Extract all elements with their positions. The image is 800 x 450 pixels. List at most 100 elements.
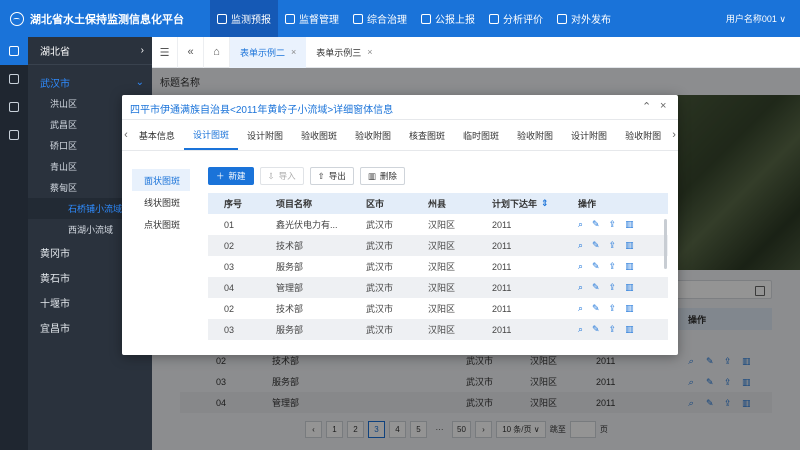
rail-item-calendar[interactable] [0, 121, 28, 149]
nav-item-report[interactable]: 公报上报 [414, 0, 482, 37]
home-icon[interactable]: ⌂ [204, 36, 230, 68]
close-icon[interactable]: × [367, 47, 372, 57]
close-icon[interactable]: × [291, 47, 296, 57]
edit-icon[interactable]: ✎ [592, 219, 600, 230]
upload-icon[interactable]: ⇪ [609, 324, 617, 335]
patch-type-nav: 面状图斑 线状图斑 点状图斑 [132, 169, 190, 235]
row-actions: ⌕ ✎ ⇪ ▥ [578, 319, 634, 340]
row-actions: ⌕ ✎ ⇪ ▥ [578, 256, 634, 277]
chevron-right-icon: › [140, 45, 144, 56]
table-row[interactable]: 02 技术部 武汉市 汉阳区 2011 ⌕ ✎ ⇪ ▥ [208, 235, 668, 256]
monitor-icon [217, 13, 227, 24]
tabs-divider [122, 150, 678, 151]
collapse-up-icon[interactable]: ⌃ [642, 100, 651, 113]
tab-accept-attach-3[interactable]: 验收附图 [616, 120, 670, 150]
table-row[interactable]: 01 鑫光伏电力有... 武汉市 汉阳区 2011 ⌕ ✎ ⇪ ▥ [208, 214, 668, 235]
edit-icon[interactable]: ✎ [592, 303, 600, 314]
top-bar: 湖北省水土保持监测信息化平台 监测预报 监督管理 综合治理 公报上报 分析评价 … [0, 0, 800, 37]
nav-item-govern[interactable]: 综合治理 [346, 0, 414, 37]
delete-icon[interactable]: ▥ [625, 303, 634, 314]
nav-polygon-patch[interactable]: 面状图斑 [132, 169, 190, 191]
tab-check-patch[interactable]: 核查图斑 [400, 120, 454, 150]
tabs-prev-icon[interactable]: ‹ [122, 129, 130, 141]
modal-tabs: ‹ 基本信息 设计图斑 设计附图 验收图斑 验收附图 核查图斑 临时图斑 验收附… [122, 120, 678, 150]
collapse-icon[interactable]: « [178, 36, 204, 68]
tab-basic-info[interactable]: 基本信息 [130, 120, 184, 150]
location-icon [9, 102, 19, 112]
modal-toolbar: ＋新建 ⇩ 导入 ⇧ 导出 ▥ 删除 [208, 167, 405, 185]
col-city: 区市 [366, 199, 385, 209]
logo-icon [10, 11, 24, 26]
page-tabs-bar: ☰ « ⌂ 表单示例二 × 表单示例三 × [152, 36, 800, 68]
nav-item-publish[interactable]: 对外发布 [550, 0, 618, 37]
edit-icon[interactable]: ✎ [592, 240, 600, 251]
delete-icon[interactable]: ▥ [625, 261, 634, 272]
govern-icon [353, 13, 363, 24]
edit-icon[interactable]: ✎ [592, 324, 600, 335]
edit-icon[interactable]: ✎ [592, 282, 600, 293]
close-icon[interactable]: × [660, 100, 666, 112]
report-icon [421, 13, 431, 24]
col-ops: 操作 [578, 199, 597, 209]
search-icon[interactable]: ⌕ [578, 324, 583, 335]
new-button[interactable]: ＋新建 [208, 167, 254, 185]
row-actions: ⌕ ✎ ⇪ ▥ [578, 277, 634, 298]
delete-icon[interactable]: ▥ [625, 282, 634, 293]
table-row[interactable]: 03 服务部 武汉市 汉阳区 2011 ⌕ ✎ ⇪ ▥ [208, 256, 668, 277]
tab-accept-patch[interactable]: 验收图斑 [292, 120, 346, 150]
col-year[interactable]: 计划下达年 ⇕ [492, 193, 549, 214]
col-county: 州县 [428, 199, 447, 209]
sidebar-city-wuhan[interactable]: 武汉市 ⌄ [28, 71, 152, 93]
search-icon[interactable]: ⌕ [578, 240, 583, 251]
search-icon[interactable]: ⌕ [578, 219, 583, 230]
tab-form-three[interactable]: 表单示例三 × [306, 37, 382, 68]
upload-icon[interactable]: ⇪ [609, 240, 617, 251]
sidebar-province[interactable]: 湖北省 › [28, 37, 152, 65]
upload-icon[interactable]: ⇪ [609, 261, 617, 272]
table-row[interactable]: 02 技术部 武汉市 汉阳区 2011 ⌕ ✎ ⇪ ▥ [208, 298, 668, 319]
nav-item-analysis[interactable]: 分析评价 [482, 0, 550, 37]
table-scrollbar[interactable] [664, 219, 667, 269]
menu-toggle-icon[interactable]: ☰ [152, 36, 178, 68]
upload-icon[interactable]: ⇪ [609, 282, 617, 293]
import-button[interactable]: ⇩ 导入 [259, 167, 304, 185]
tabs-next-icon[interactable]: › [670, 129, 678, 141]
tab-accept-attach-2[interactable]: 验收附图 [508, 120, 562, 150]
upload-icon[interactable]: ⇪ [609, 219, 617, 230]
delete-icon[interactable]: ▥ [625, 219, 634, 230]
nav-item-supervise[interactable]: 监督管理 [278, 0, 346, 37]
icon-rail [0, 37, 28, 450]
app-logo[interactable]: 湖北省水土保持监测信息化平台 [0, 0, 210, 37]
export-button[interactable]: ⇧ 导出 [309, 167, 354, 185]
search-icon[interactable]: ⌕ [578, 303, 583, 314]
row-actions: ⌕ ✎ ⇪ ▥ [578, 235, 634, 256]
tab-design-attach-2[interactable]: 设计附图 [562, 120, 616, 150]
delete-icon[interactable]: ▥ [625, 240, 634, 251]
nav-line-patch[interactable]: 线状图斑 [132, 191, 190, 213]
tab-form-two[interactable]: 表单示例二 × [230, 36, 307, 68]
rail-item-location[interactable] [0, 93, 28, 121]
upload-icon[interactable]: ⇪ [609, 303, 617, 314]
tab-design-attach[interactable]: 设计附图 [238, 120, 292, 150]
tab-design-patch[interactable]: 设计图斑 [183, 120, 238, 150]
sort-icon[interactable]: ⇕ [541, 193, 549, 214]
delete-icon[interactable]: ▥ [625, 324, 634, 335]
table-row[interactable]: 03 服务部 武汉市 汉阳区 2011 ⌕ ✎ ⇪ ▥ [208, 319, 668, 340]
col-seq: 序号 [224, 199, 243, 209]
edit-icon[interactable]: ✎ [592, 261, 600, 272]
import-icon: ⇩ [267, 170, 275, 181]
share-icon [557, 13, 567, 24]
nav-point-patch[interactable]: 点状图斑 [132, 213, 190, 235]
app-title: 湖北省水土保持监测信息化平台 [30, 13, 184, 26]
nav-item-monitor[interactable]: 监测预报 [210, 0, 278, 37]
search-icon[interactable]: ⌕ [578, 282, 583, 293]
user-menu[interactable]: 用户名称001 ∨ [726, 12, 800, 25]
rail-item-map[interactable] [0, 37, 28, 65]
search-icon[interactable]: ⌕ [578, 261, 583, 272]
tab-temp-patch[interactable]: 临时图斑 [454, 120, 508, 150]
row-actions: ⌕ ✎ ⇪ ▥ [578, 298, 634, 319]
rail-item-layers[interactable] [0, 65, 28, 93]
table-row[interactable]: 04 管理部 武汉市 汉阳区 2011 ⌕ ✎ ⇪ ▥ [208, 277, 668, 298]
delete-button[interactable]: ▥ 删除 [359, 167, 405, 185]
tab-accept-attach[interactable]: 验收附图 [346, 120, 400, 150]
